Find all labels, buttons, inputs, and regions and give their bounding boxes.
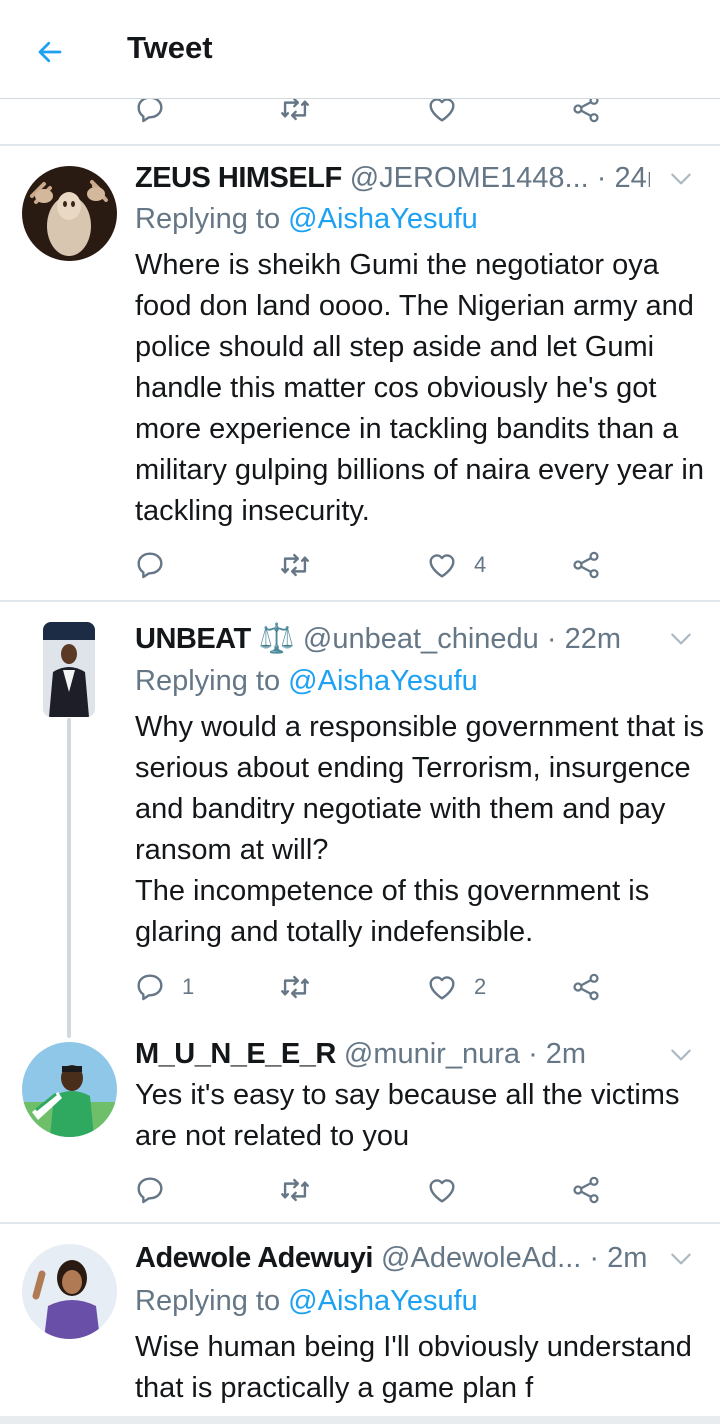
bottom-edge — [0, 1416, 720, 1424]
user-handle[interactable]: @JEROME1448... — [350, 162, 589, 194]
tweet-card[interactable]: M_U_N_E_E_R @munir_nura · 2m Yes it's ea… — [0, 1022, 720, 1222]
scales-emoji: ⚖️ — [258, 623, 295, 655]
page-title: Tweet — [127, 30, 213, 65]
separator: · — [581, 1242, 608, 1274]
like-count: 2 — [474, 974, 487, 999]
separator: · — [538, 623, 565, 655]
heart-icon — [429, 976, 455, 1000]
separator: · — [520, 1038, 546, 1070]
chevron-down-icon[interactable] — [668, 626, 694, 652]
display-name[interactable]: UNBEAT — [135, 623, 251, 655]
share-button[interactable] — [570, 1165, 602, 1215]
retweet-button[interactable] — [278, 540, 328, 590]
heart-icon — [429, 554, 455, 578]
tweet-header: ZEUS HIMSELF @JEROME1448... · 24m — [135, 159, 650, 197]
chevron-down-icon[interactable] — [668, 1042, 694, 1068]
like-button[interactable] — [426, 1165, 474, 1215]
mention-link[interactable]: @AishaYesufu — [288, 1285, 478, 1317]
avatar[interactable] — [22, 1244, 117, 1339]
reply-button[interactable] — [134, 540, 182, 590]
tweet-actions — [0, 1165, 720, 1215]
heart-icon — [429, 1179, 455, 1203]
timeline: ZEUS HIMSELF @JEROME1448... · 24m Replyi… — [0, 0, 720, 1424]
chevron-down-icon[interactable] — [668, 166, 694, 192]
avatar[interactable] — [22, 166, 117, 261]
display-name[interactable]: ZEUS HIMSELF — [135, 162, 342, 194]
mention-link[interactable]: @AishaYesufu — [288, 665, 478, 697]
reply-icon — [137, 974, 163, 1001]
timestamp: 22m — [564, 623, 621, 655]
retweet-icon — [281, 553, 309, 577]
tweet-header: M_U_N_E_E_R @munir_nura · 2m — [135, 1035, 650, 1073]
retweet-button[interactable] — [278, 1165, 328, 1215]
tweet-card[interactable]: Adewole Adewuyi @AdewoleAd... · 2m Reply… — [0, 1224, 720, 1424]
user-handle[interactable]: @munir_nura — [344, 1038, 520, 1070]
share-icon — [573, 551, 599, 579]
tweet-header: Adewole Adewuyi @AdewoleAd... · 2m — [135, 1239, 650, 1277]
timestamp: 2m — [607, 1242, 648, 1274]
share-button[interactable] — [570, 540, 602, 590]
tweet-text: Wise human being I'll obviously understa… — [135, 1331, 700, 1404]
chevron-down-icon[interactable] — [668, 1246, 694, 1272]
like-button[interactable]: 2 — [426, 962, 486, 1012]
retweet-icon — [281, 1178, 309, 1202]
reply-count: 1 — [182, 974, 195, 999]
reply-button[interactable]: 1 — [134, 962, 194, 1012]
reply-icon — [137, 1177, 163, 1204]
like-button[interactable]: 4 — [426, 540, 486, 590]
share-icon — [573, 1176, 599, 1204]
top-app-bar: Tweet — [0, 0, 720, 99]
tweet-text: Yes it's easy to say because all the vic… — [135, 1079, 688, 1152]
tweet-text: Where is sheikh Gumi the negotiator oya … — [135, 249, 713, 527]
retweet-icon — [281, 975, 309, 999]
replying-to: Replying to @AishaYesufu — [135, 665, 478, 697]
back-button[interactable] — [24, 26, 76, 78]
retweet-button[interactable] — [278, 962, 328, 1012]
like-count: 4 — [474, 552, 487, 577]
separator: · — [588, 162, 615, 194]
user-handle[interactable]: @unbeat_chinedu — [303, 623, 539, 655]
replying-to: Replying to @AishaYesufu — [135, 1285, 478, 1317]
reply-button[interactable] — [134, 1165, 182, 1215]
share-icon — [573, 973, 599, 1001]
display-name[interactable]: M_U_N_E_E_R — [135, 1038, 336, 1070]
avatar[interactable] — [22, 1042, 117, 1137]
tweet-card[interactable]: ZEUS HIMSELF @JEROME1448... · 24m Replyi… — [0, 146, 720, 600]
timestamp: 2m — [545, 1038, 587, 1070]
reply-icon — [137, 552, 163, 579]
timestamp: 24m — [614, 162, 650, 194]
display-name[interactable]: Adewole Adewuyi — [135, 1242, 373, 1274]
tweet-header: UNBEAT ⚖️ @unbeat_chinedu · 22m — [135, 620, 650, 658]
replying-to: Replying to @AishaYesufu — [135, 203, 478, 235]
tweet-card[interactable]: UNBEAT ⚖️ @unbeat_chinedu · 22m Replying… — [0, 602, 720, 1022]
share-button[interactable] — [570, 962, 602, 1012]
tweet-actions: 1 2 — [0, 962, 720, 1012]
tweet-actions: 4 — [0, 540, 720, 590]
avatar[interactable] — [43, 622, 95, 717]
mention-link[interactable]: @AishaYesufu — [288, 203, 478, 235]
tweet-text: Why would a responsible government that … — [135, 711, 705, 948]
user-handle[interactable]: @AdewoleAd... — [381, 1242, 581, 1274]
arrow-left-icon — [38, 41, 62, 63]
